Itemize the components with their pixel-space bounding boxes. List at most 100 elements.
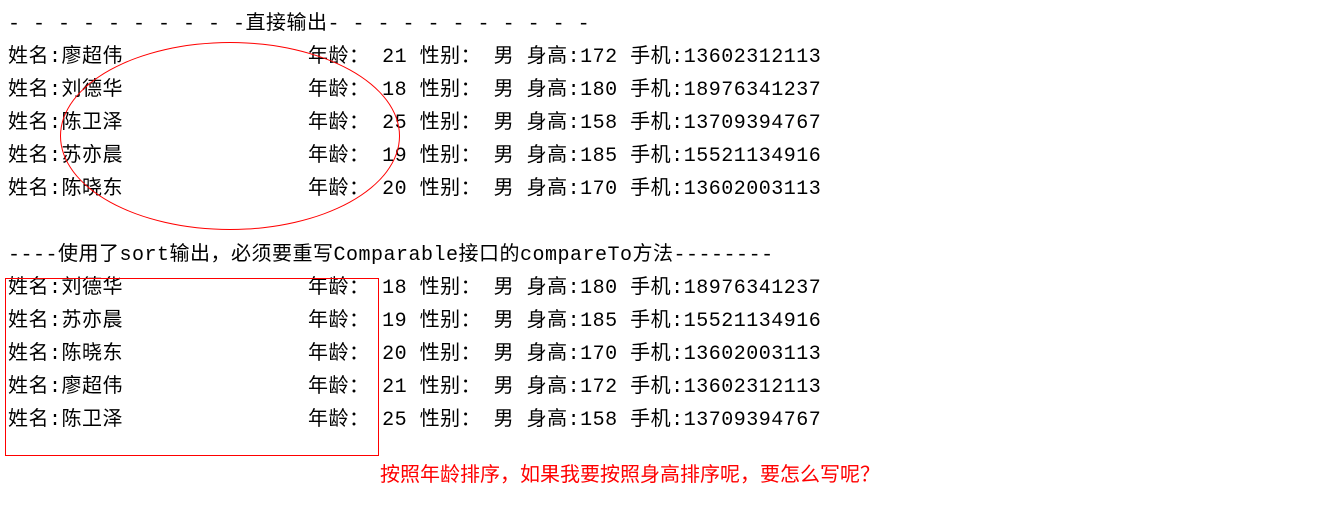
data-row: 姓名:陈晓东 年龄： 20 性别： 男 身高:170 手机:1360200311… <box>8 338 1324 371</box>
name-label: 姓名: <box>8 409 62 432</box>
phone-label: 手机: <box>630 409 684 432</box>
phone-label: 手机: <box>630 178 684 201</box>
height-label: 身高: <box>527 409 581 432</box>
name-label: 姓名: <box>8 310 62 333</box>
gender-value: 男 <box>494 79 515 102</box>
age-value: 19 <box>382 145 407 168</box>
height-label: 身高: <box>527 343 581 366</box>
age-value: 25 <box>382 112 407 135</box>
gender-value: 男 <box>494 112 515 135</box>
name-value: 苏亦晨 <box>62 310 124 333</box>
name-label: 姓名: <box>8 376 62 399</box>
height-value: 158 <box>580 409 618 432</box>
name-value: 刘德华 <box>62 79 124 102</box>
name-label: 姓名: <box>8 112 62 135</box>
gender-value: 男 <box>494 310 515 333</box>
height-value: 172 <box>580 46 618 69</box>
section2-title: ----使用了sort输出，必须要重写Comparable接口的compareT… <box>8 239 1324 272</box>
phone-value: 13709394767 <box>684 409 822 432</box>
age-value: 20 <box>382 343 407 366</box>
height-value: 158 <box>580 112 618 135</box>
name-label: 姓名: <box>8 79 62 102</box>
phone-value: 18976341237 <box>684 79 822 102</box>
age-label: 年龄： <box>308 79 370 102</box>
phone-value: 18976341237 <box>684 277 822 300</box>
phone-label: 手机: <box>630 310 684 333</box>
phone-value: 13602003113 <box>684 178 822 201</box>
gender-value: 男 <box>494 343 515 366</box>
name-value: 陈晓东 <box>62 343 124 366</box>
gender-value: 男 <box>494 46 515 69</box>
gender-label: 性别： <box>420 409 482 432</box>
age-label: 年龄： <box>308 343 370 366</box>
name-label: 姓名: <box>8 343 62 366</box>
phone-value: 13709394767 <box>684 112 822 135</box>
name-value: 廖超伟 <box>62 46 124 69</box>
gender-label: 性别： <box>420 178 482 201</box>
age-label: 年龄： <box>308 409 370 432</box>
height-label: 身高: <box>527 112 581 135</box>
age-value: 18 <box>382 79 407 102</box>
phone-value: 15521134916 <box>684 310 822 333</box>
phone-value: 13602312113 <box>684 46 822 69</box>
phone-label: 手机: <box>630 145 684 168</box>
height-label: 身高: <box>527 178 581 201</box>
height-label: 身高: <box>527 310 581 333</box>
gender-value: 男 <box>494 376 515 399</box>
height-label: 身高: <box>527 46 581 69</box>
data-row: 姓名:廖超伟 年龄： 21 性别： 男 身高:172 手机:1360231211… <box>8 371 1324 404</box>
age-value: 21 <box>382 46 407 69</box>
name-value: 苏亦晨 <box>62 145 124 168</box>
gender-label: 性别： <box>420 310 482 333</box>
age-value: 25 <box>382 409 407 432</box>
age-label: 年龄： <box>308 178 370 201</box>
phone-value: 13602312113 <box>684 376 822 399</box>
height-value: 185 <box>580 310 618 333</box>
data-row: 姓名:陈卫泽 年龄： 25 性别： 男 身高:158 手机:1370939476… <box>8 404 1324 437</box>
height-value: 180 <box>580 277 618 300</box>
gender-label: 性别： <box>420 46 482 69</box>
phone-value: 13602003113 <box>684 343 822 366</box>
height-value: 172 <box>580 376 618 399</box>
height-value: 170 <box>580 343 618 366</box>
data-row: 姓名:陈卫泽 年龄： 25 性别： 男 身高:158 手机:1370939476… <box>8 107 1324 140</box>
name-label: 姓名: <box>8 145 62 168</box>
phone-label: 手机: <box>630 277 684 300</box>
phone-label: 手机: <box>630 112 684 135</box>
annotation-comment: 按照年龄排序，如果我要按照身高排序呢，要怎么写呢？ <box>380 460 880 493</box>
name-value: 廖超伟 <box>62 376 124 399</box>
height-label: 身高: <box>527 79 581 102</box>
gender-label: 性别： <box>420 277 482 300</box>
age-label: 年龄： <box>308 310 370 333</box>
height-label: 身高: <box>527 145 581 168</box>
name-value: 陈卫泽 <box>62 409 124 432</box>
age-label: 年龄： <box>308 46 370 69</box>
data-row: 姓名:苏亦晨 年龄： 19 性别： 男 身高:185 手机:1552113491… <box>8 140 1324 173</box>
phone-label: 手机: <box>630 46 684 69</box>
phone-value: 15521134916 <box>684 145 822 168</box>
blank-line <box>8 206 1324 239</box>
age-label: 年龄： <box>308 277 370 300</box>
gender-value: 男 <box>494 178 515 201</box>
age-label: 年龄： <box>308 145 370 168</box>
height-label: 身高: <box>527 277 581 300</box>
data-row: 姓名:陈晓东 年龄： 20 性别： 男 身高:170 手机:1360200311… <box>8 173 1324 206</box>
name-label: 姓名: <box>8 46 62 69</box>
gender-label: 性别： <box>420 112 482 135</box>
age-value: 20 <box>382 178 407 201</box>
data-row: 姓名:刘德华 年龄： 18 性别： 男 身高:180 手机:1897634123… <box>8 272 1324 305</box>
height-label: 身高: <box>527 376 581 399</box>
gender-value: 男 <box>494 409 515 432</box>
gender-value: 男 <box>494 145 515 168</box>
phone-label: 手机: <box>630 343 684 366</box>
gender-label: 性别： <box>420 376 482 399</box>
age-label: 年龄： <box>308 112 370 135</box>
name-value: 刘德华 <box>62 277 124 300</box>
gender-label: 性别： <box>420 343 482 366</box>
top-truncated-line <box>8 0 1324 8</box>
height-value: 180 <box>580 79 618 102</box>
age-value: 19 <box>382 310 407 333</box>
section1-title: - - - - - - - - - -直接输出- - - - - - - - -… <box>8 8 1324 41</box>
name-value: 陈晓东 <box>62 178 124 201</box>
data-row: 姓名:廖超伟 年龄： 21 性别： 男 身高:172 手机:1360231211… <box>8 41 1324 74</box>
